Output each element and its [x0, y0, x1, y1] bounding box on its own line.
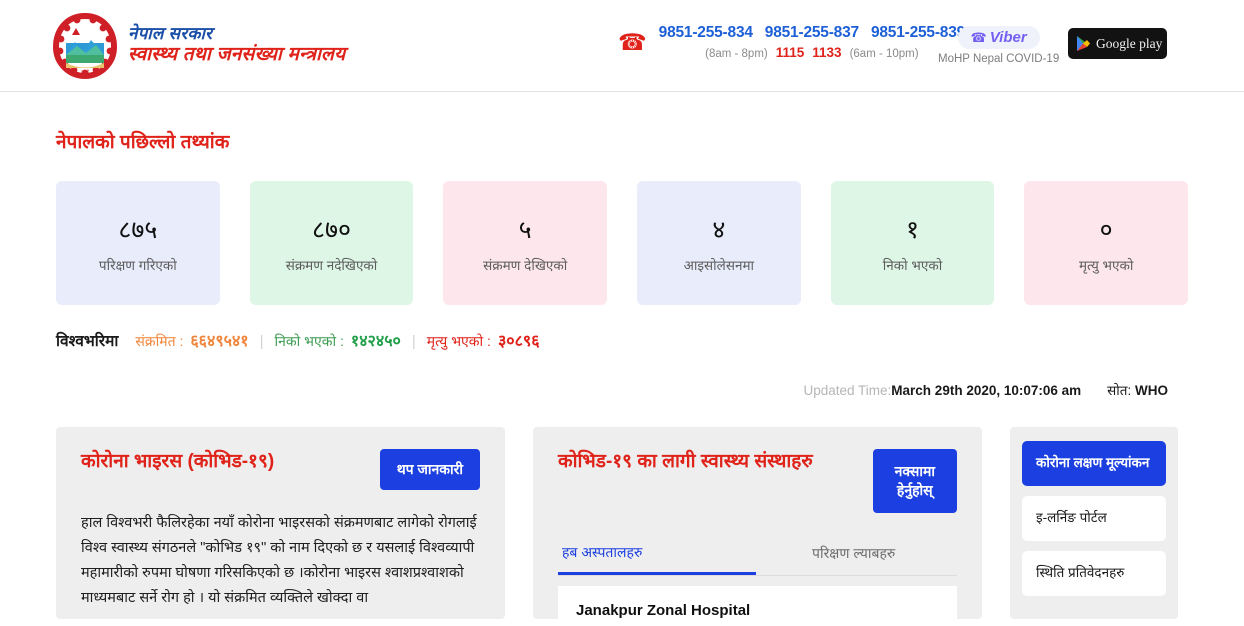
stat-card-negative: ८७० संक्रमण नदेखिएको [249, 181, 414, 305]
phone-number-list: 9851-255-834 9851-255-837 9851-255-839 [659, 24, 966, 42]
link-elearning-portal[interactable]: इ-लर्निङ पोर्टल [1022, 495, 1166, 541]
facility-tabs: हब अस्पतालहरु परिक्षण ल्याबहरु [558, 537, 957, 576]
health-facility-header: कोभिड-१९ का लागी स्वास्थ्य संस्थाहरु नक्… [558, 449, 957, 513]
corona-info-body: हाल विश्वभरी फैलिरहेका नयाँ कोरोना भाइरस… [81, 514, 477, 606]
page-title: नेपालको पछिल्लो तथ्यांक [56, 132, 230, 153]
stat-label: निको भएको [882, 258, 943, 273]
updated-time-value: March 29th 2020, 10:07:06 am [891, 383, 1082, 398]
hours-right: (6am - 10pm) [849, 48, 919, 60]
world-separator-1: | [259, 333, 264, 350]
viber-pill[interactable]: ☎ Viber [957, 26, 1040, 49]
health-facility-panel: कोभिड-१९ का लागी स्वास्थ्य संस्थाहरु नक्… [533, 427, 982, 619]
nepal-emblem-icon: जननी [52, 12, 118, 79]
corona-info-panel: कोरोना भाइरस (कोभिड-१९) थप जानकारी हाल व… [56, 427, 505, 619]
link-symptom-assessment[interactable]: कोरोना लक्षण मूल्यांकन [1022, 441, 1166, 486]
corona-info-header: कोरोना भाइरस (कोभिड-१९) थप जानकारी [81, 449, 480, 490]
world-infected-value: ६६४९५४१ [190, 333, 249, 350]
stat-label: परिक्षण गरिएको [98, 258, 177, 273]
content-cards-row: कोरोना भाइरस (कोभिड-१९) थप जानकारी हाल व… [56, 427, 1188, 619]
stat-card-tested: ८७५ परिक्षण गरिएको [56, 181, 220, 305]
stat-value: ० [1099, 216, 1113, 244]
stat-card-positive: ५ संक्रमण देखिएको [443, 181, 607, 305]
more-info-button[interactable]: थप जानकारी [379, 449, 480, 490]
updated-time-label: Updated Time: [803, 383, 892, 398]
phone-number-1[interactable]: 9851-255-834 [659, 24, 753, 42]
stat-label: संक्रमण नदेखिएको [285, 258, 378, 273]
stat-card-deaths: ० मृत्यु भएको [1024, 181, 1188, 305]
viber-icon: ☎ [970, 29, 987, 45]
google-play-icon [1076, 35, 1091, 52]
updated-time-row: Updated Time:March 29th 2020, 10:07:06 a… [56, 381, 1188, 399]
hotline-row: (8am - 8pm) 1115 1133 (6am - 10pm) [659, 45, 965, 60]
world-recovered-value: १४२४५० [350, 333, 401, 350]
viber-label: Viber [989, 29, 1027, 46]
stat-label: मृत्यु भएको [1078, 258, 1134, 273]
source-label: सोत: [1107, 383, 1132, 398]
stat-value: ८७५ [118, 216, 158, 244]
list-item[interactable]: Janakpur Zonal Hospital [576, 602, 939, 619]
stat-value: १ [905, 216, 919, 244]
world-separator-2: | [411, 333, 416, 350]
stat-card-recovered: १ निको भएको [830, 181, 995, 305]
google-play-button[interactable]: Google play [1068, 28, 1167, 59]
stats-grid: ८७५ परिक्षण गरिएको ८७० संक्रमण नदेखिएको … [56, 181, 1188, 305]
hours-left: (8am - 8pm) [705, 48, 768, 60]
world-infected-label: संक्रमित : [135, 333, 184, 349]
tab-testing-labs[interactable]: परिक्षण ल्याबहरु [808, 537, 899, 575]
google-play-label: Google play [1096, 35, 1163, 51]
health-facility-title: कोभिड-१९ का लागी स्वास्थ्य संस्थाहरु [558, 451, 813, 472]
view-on-map-line2: हेर्नुहोस् [896, 481, 933, 498]
stat-label: आइसोलेसनमा [683, 258, 755, 273]
world-deaths-label: मृत्यु भएको : [426, 333, 491, 349]
phone-number-2[interactable]: 9851-255-837 [765, 24, 859, 42]
view-on-map-line1: नक्सामा [894, 463, 935, 479]
stat-value: ४ [712, 216, 726, 244]
stat-label: संक्रमण देखिएको [483, 258, 568, 273]
brand-line-ministry: स्वास्थ्य तथा जनसंख्या मन्त्रालय [128, 43, 346, 65]
world-deaths-value: ३०८९६ [497, 333, 540, 350]
phone-icon: ☎ [618, 29, 647, 55]
viber-link[interactable]: ☎ Viber MoHP Nepal COVID-19 [938, 26, 1059, 65]
stat-value: ५ [518, 216, 532, 244]
world-stats-title: विश्वभरिमा [56, 333, 119, 350]
contact-block: ☎ 9851-255-834 9851-255-837 9851-255-839… [618, 24, 965, 60]
world-stats-row: विश्वभरिमा संक्रमित : ६६४९५४१ | निको भएक… [56, 329, 1188, 351]
corona-info-title: कोरोना भाइरस (कोभिड-१९) [81, 451, 275, 472]
hospital-list: Janakpur Zonal Hospital [558, 585, 957, 619]
site-header: जननी नेपाल सरकार स्वास्थ्य तथा जनसंख्या … [0, 0, 1244, 92]
stat-card-isolation: ४ आइसोलेसनमा [637, 181, 801, 305]
page-body: नेपालको पछिल्लो तथ्यांक ८७५ परिक्षण गरिए… [0, 128, 1244, 619]
world-recovered-label: निको भएको : [274, 333, 344, 349]
brand-line-government: नेपाल सरकार [128, 24, 213, 44]
source-value: WHO [1135, 383, 1168, 398]
short-number-1115[interactable]: 1115 [776, 45, 805, 60]
quick-links-panel: कोरोना लक्षण मूल्यांकन इ-लर्निङ पोर्टल स… [1010, 427, 1178, 619]
short-number-1133[interactable]: 1133 [812, 45, 841, 60]
link-situation-reports[interactable]: स्थिति प्रतिवेदनहरु [1022, 550, 1166, 596]
svg-text:जननी: जननी [81, 69, 90, 74]
viber-caption: MoHP Nepal COVID-19 [938, 53, 1060, 65]
tab-hub-hospitals[interactable]: हब अस्पतालहरु [558, 537, 756, 575]
view-on-map-button[interactable]: नक्सामा हेर्नुहोस् [872, 449, 957, 513]
stat-value: ८७० [311, 216, 351, 244]
brand-logo[interactable]: जननी नेपाल सरकार स्वास्थ्य तथा जनसंख्या … [52, 12, 346, 79]
